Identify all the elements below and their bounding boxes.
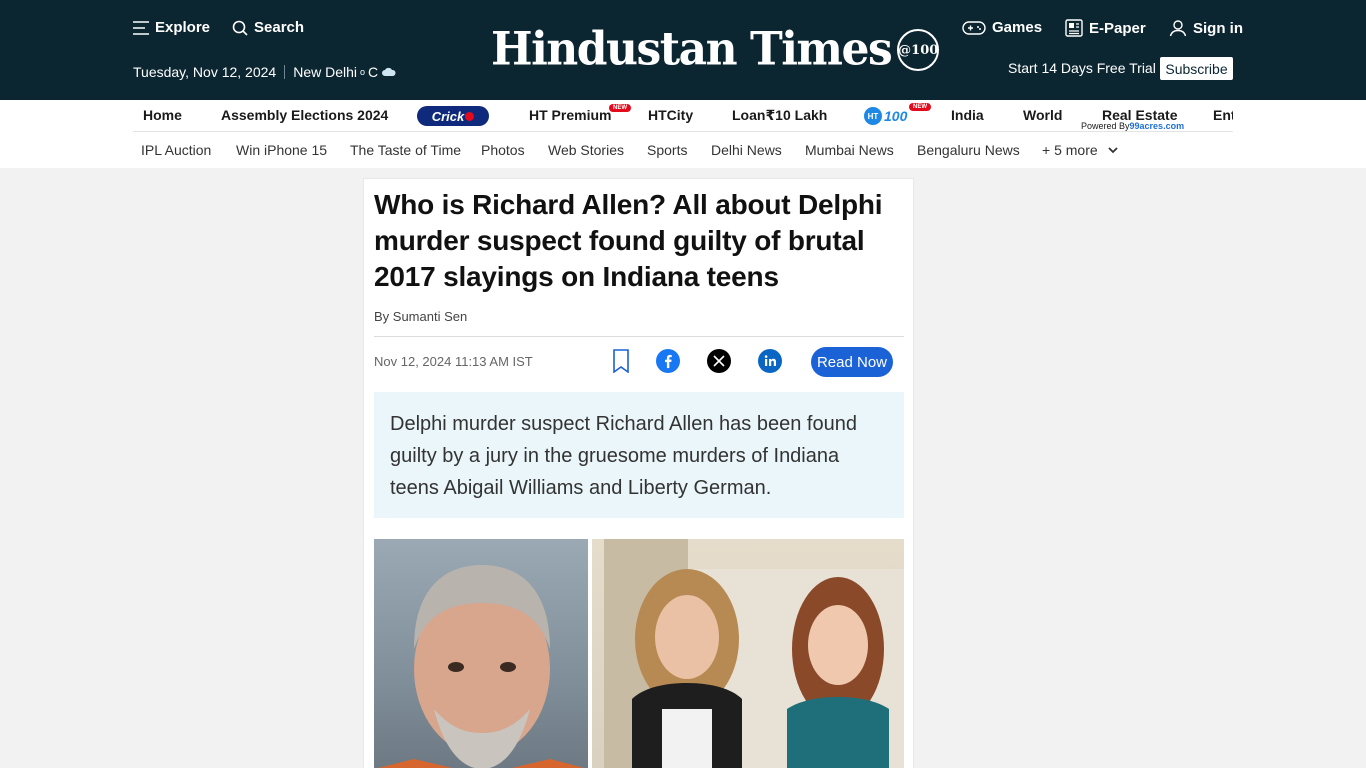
nav-ht100[interactable]: HT 100 NEW	[864, 103, 931, 125]
cloud-icon	[382, 67, 396, 76]
signin-label: Sign in	[1193, 19, 1243, 37]
nav-home[interactable]: Home	[143, 107, 182, 123]
article-photo[interactable]	[374, 539, 904, 768]
powered-by-brand: 99acres.com	[1129, 121, 1185, 131]
powered-by-label: Powered By	[1081, 121, 1130, 131]
nav-ht-premium[interactable]: HT Premium NEW	[529, 104, 631, 123]
article-summary: Delphi murder suspect Richard Allen has …	[374, 392, 904, 518]
nav-ipl-auction[interactable]: IPL Auction	[141, 142, 211, 158]
explore-menu-button[interactable]: Explore	[133, 19, 210, 36]
nav-win-iphone[interactable]: Win iPhone 15	[236, 142, 327, 158]
subscribe-button[interactable]: Subscribe	[1160, 57, 1233, 80]
games-label: Games	[992, 19, 1043, 36]
nav-photos[interactable]: Photos	[481, 142, 525, 158]
secondary-nav: IPL Auction Win iPhone 15 The Taste of T…	[133, 132, 1233, 168]
games-button[interactable]: Games	[962, 19, 1042, 36]
epaper-button[interactable]: E-Paper	[1065, 19, 1146, 37]
bookmark-icon	[613, 349, 629, 373]
nav-mumbai-news[interactable]: Mumbai News	[805, 142, 894, 158]
ht-premium-label: HT Premium	[529, 107, 612, 123]
nav-india[interactable]: India	[951, 107, 984, 123]
author-byline[interactable]: By Sumanti Sen	[374, 309, 467, 324]
nav-delhi-news[interactable]: Delhi News	[711, 142, 782, 158]
divider	[374, 336, 904, 337]
epaper-label: E-Paper	[1089, 19, 1146, 37]
powered-by-text: Powered By99acres.com	[1081, 121, 1184, 131]
search-label: Search	[254, 19, 305, 36]
new-badge: NEW	[909, 103, 931, 111]
article-card: Who is Richard Allen? All about Delphi m…	[363, 178, 914, 768]
victims-photo	[592, 539, 904, 768]
suspect-mugshot	[374, 539, 588, 768]
facebook-share-button[interactable]	[656, 349, 680, 373]
search-button[interactable]: Search	[232, 19, 304, 36]
centenary-badge: @100	[897, 29, 940, 71]
linkedin-share-button[interactable]	[758, 349, 782, 373]
suspect-portrait-illustration	[378, 565, 585, 768]
primary-nav: Home Assembly Elections 2024 Crick HT Pr…	[133, 100, 1233, 132]
temp-unit: C	[368, 64, 379, 80]
chevron-down-icon	[1108, 146, 1118, 153]
nav-world[interactable]: World	[1023, 107, 1062, 123]
sign-in-button[interactable]: Sign in	[1169, 19, 1243, 37]
hamburger-icon	[133, 20, 149, 35]
nav-taste-of-time[interactable]: The Taste of Time	[350, 142, 461, 158]
more-menu-button[interactable]: + 5 more	[1042, 142, 1118, 158]
more-label: + 5 more	[1042, 142, 1098, 158]
search-icon	[232, 20, 248, 36]
new-badge: NEW	[609, 104, 631, 112]
bookmark-button[interactable]	[609, 349, 633, 373]
user-icon	[1169, 20, 1187, 37]
x-icon	[707, 349, 731, 373]
degree-symbol: o	[360, 67, 366, 77]
x-share-button[interactable]	[707, 349, 731, 373]
site-header: Explore Search Tuesday, Nov 12, 2024 New…	[0, 0, 1366, 100]
nav-crickit[interactable]: Crick	[417, 106, 489, 126]
site-logo[interactable]: Hindustan Times @100	[491, 22, 940, 78]
date-weather: Tuesday, Nov 12, 2024 New Delhi oC	[133, 64, 397, 80]
crickit-label: Crick	[431, 108, 465, 124]
nav-assembly-elections[interactable]: Assembly Elections 2024	[221, 107, 388, 123]
nav-sports[interactable]: Sports	[647, 142, 687, 158]
publish-date: Nov 12, 2024 11:13 AM IST	[374, 354, 533, 369]
crickit-ball-icon	[465, 111, 475, 121]
nav-htcity[interactable]: HTCity	[648, 107, 693, 123]
city-name: New Delhi	[293, 64, 358, 80]
nav-loan[interactable]: Loan₹10 Lakh	[732, 107, 827, 124]
logo-wordmark: Hindustan Times	[491, 22, 893, 77]
newspaper-icon	[1065, 19, 1083, 37]
ht100-logo-icon: HT	[864, 107, 882, 125]
free-trial-text: Start 14 Days Free Trial	[1008, 60, 1156, 76]
divider	[284, 65, 286, 79]
facebook-icon	[656, 349, 680, 373]
nav-bengaluru-news[interactable]: Bengaluru News	[917, 142, 1020, 158]
nav-entertainment[interactable]: Ent	[1213, 107, 1233, 123]
victims-photo-illustration	[604, 539, 904, 768]
explore-label: Explore	[155, 19, 211, 36]
ht100-number: 100	[884, 108, 908, 124]
nav-web-stories[interactable]: Web Stories	[548, 142, 624, 158]
linkedin-icon	[758, 349, 782, 373]
gamepad-icon	[962, 20, 986, 35]
read-now-button[interactable]: Read Now	[811, 347, 893, 377]
weather-location[interactable]: New Delhi oC	[293, 64, 397, 80]
article-headline: Who is Richard Allen? All about Delphi m…	[374, 189, 883, 292]
current-date: Tuesday, Nov 12, 2024	[133, 64, 277, 80]
